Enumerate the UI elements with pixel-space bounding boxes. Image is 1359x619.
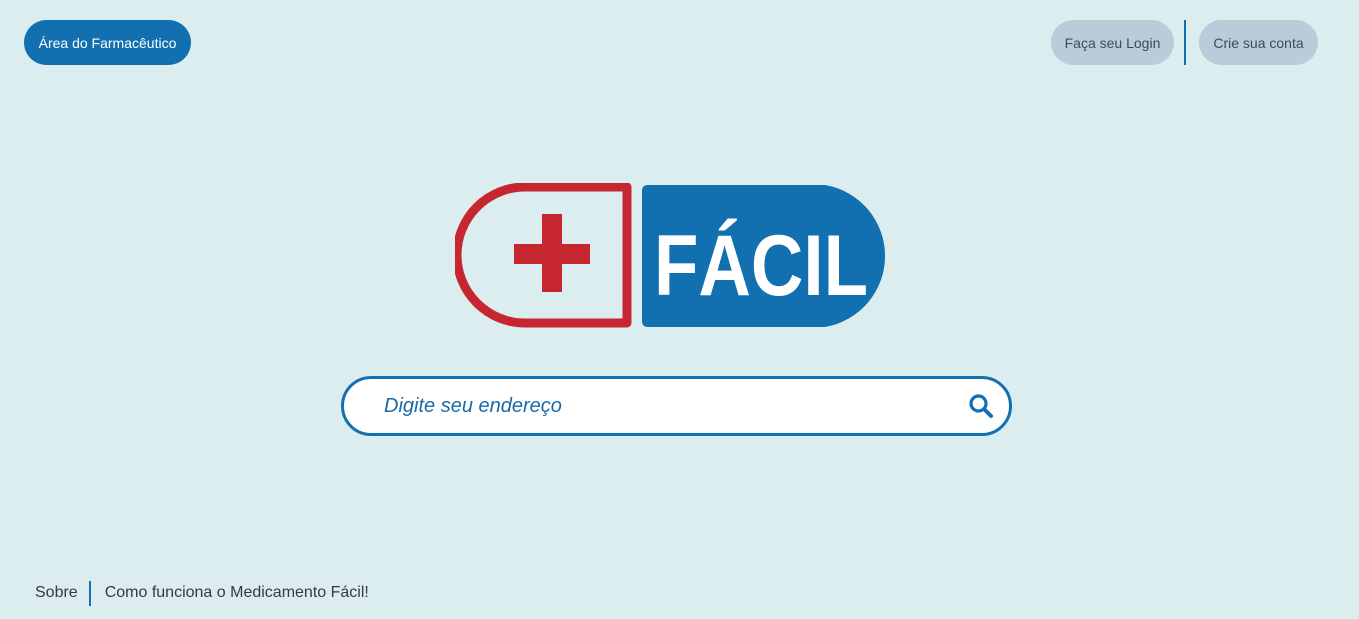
address-search-input[interactable] (344, 379, 953, 433)
signup-button[interactable]: Crie sua conta (1199, 20, 1318, 65)
plus-icon (514, 214, 590, 292)
brand-logo: FÁCIL (455, 183, 897, 329)
auth-actions: Faça seu Login Crie sua conta (1051, 20, 1318, 65)
search-button[interactable] (953, 379, 1009, 433)
pharmacist-area-button[interactable]: Área do Farmacêutico (24, 20, 191, 65)
logo-wordmark: FÁCIL (654, 218, 868, 314)
auth-divider (1184, 20, 1186, 65)
search-icon (969, 394, 993, 418)
footer-divider (88, 580, 91, 606)
how-it-works-link[interactable]: Como funciona o Medicamento Fácil! (105, 584, 369, 602)
about-link[interactable]: Sobre (35, 584, 78, 602)
footer-links: Sobre Como funciona o Medicamento Fácil! (35, 580, 369, 606)
address-search-bar (341, 376, 1012, 436)
login-button[interactable]: Faça seu Login (1051, 20, 1174, 65)
page: Área do Farmacêutico Faça seu Login Crie… (0, 0, 1359, 619)
